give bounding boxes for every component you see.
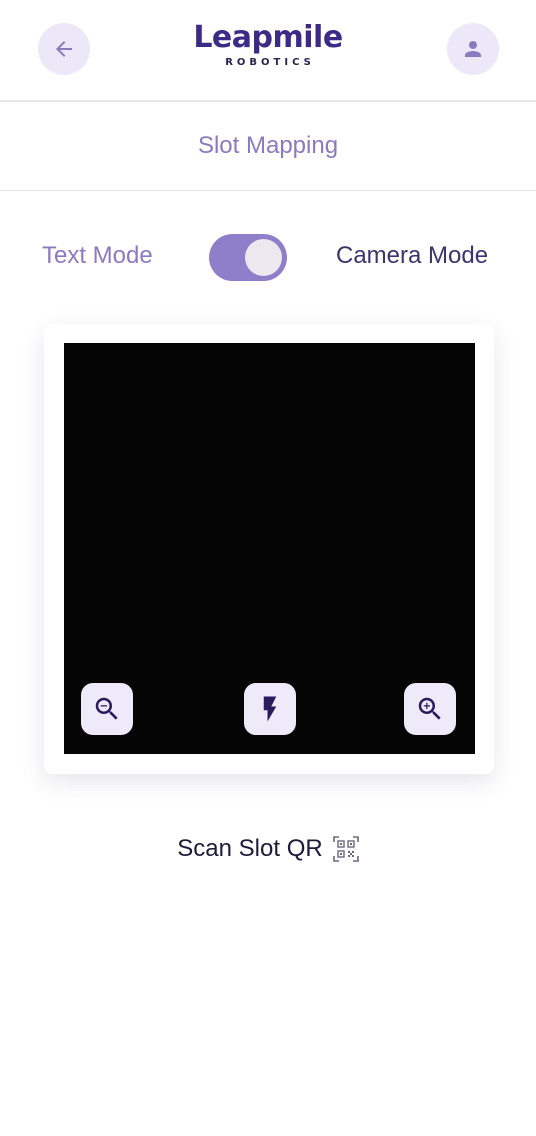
- mode-toggle-switch[interactable]: [209, 234, 287, 281]
- text-mode-label[interactable]: Text Mode: [42, 242, 153, 270]
- page-title: Slot Mapping: [197, 132, 339, 159]
- profile-button[interactable]: [447, 23, 499, 75]
- scan-label: Scan Slot QR: [177, 835, 323, 862]
- zoom-out-button[interactable]: [81, 683, 133, 735]
- camera-viewfinder: [64, 343, 475, 754]
- camera-mode-label[interactable]: Camera Mode: [336, 242, 488, 270]
- mode-toggle-row: Text Mode Camera Mode: [0, 230, 536, 285]
- app-header: Leapmile ROBOTICS: [0, 0, 536, 102]
- person-icon: [465, 41, 481, 57]
- zoom-out-icon: [95, 697, 118, 720]
- slot-mapping-screen: Leapmile ROBOTICS Slot Mapping Text Mode…: [0, 0, 536, 1136]
- zoom-in-icon: [418, 697, 441, 720]
- qr-code-icon: [332, 836, 359, 862]
- scan-slot-qr: Scan Slot QR: [0, 832, 536, 866]
- flash-button[interactable]: [244, 683, 296, 735]
- flash-icon: [263, 696, 277, 722]
- title-bar: Slot Mapping: [0, 102, 536, 191]
- toggle-knob: [245, 239, 282, 276]
- camera-card: [44, 324, 494, 774]
- zoom-in-button[interactable]: [404, 683, 456, 735]
